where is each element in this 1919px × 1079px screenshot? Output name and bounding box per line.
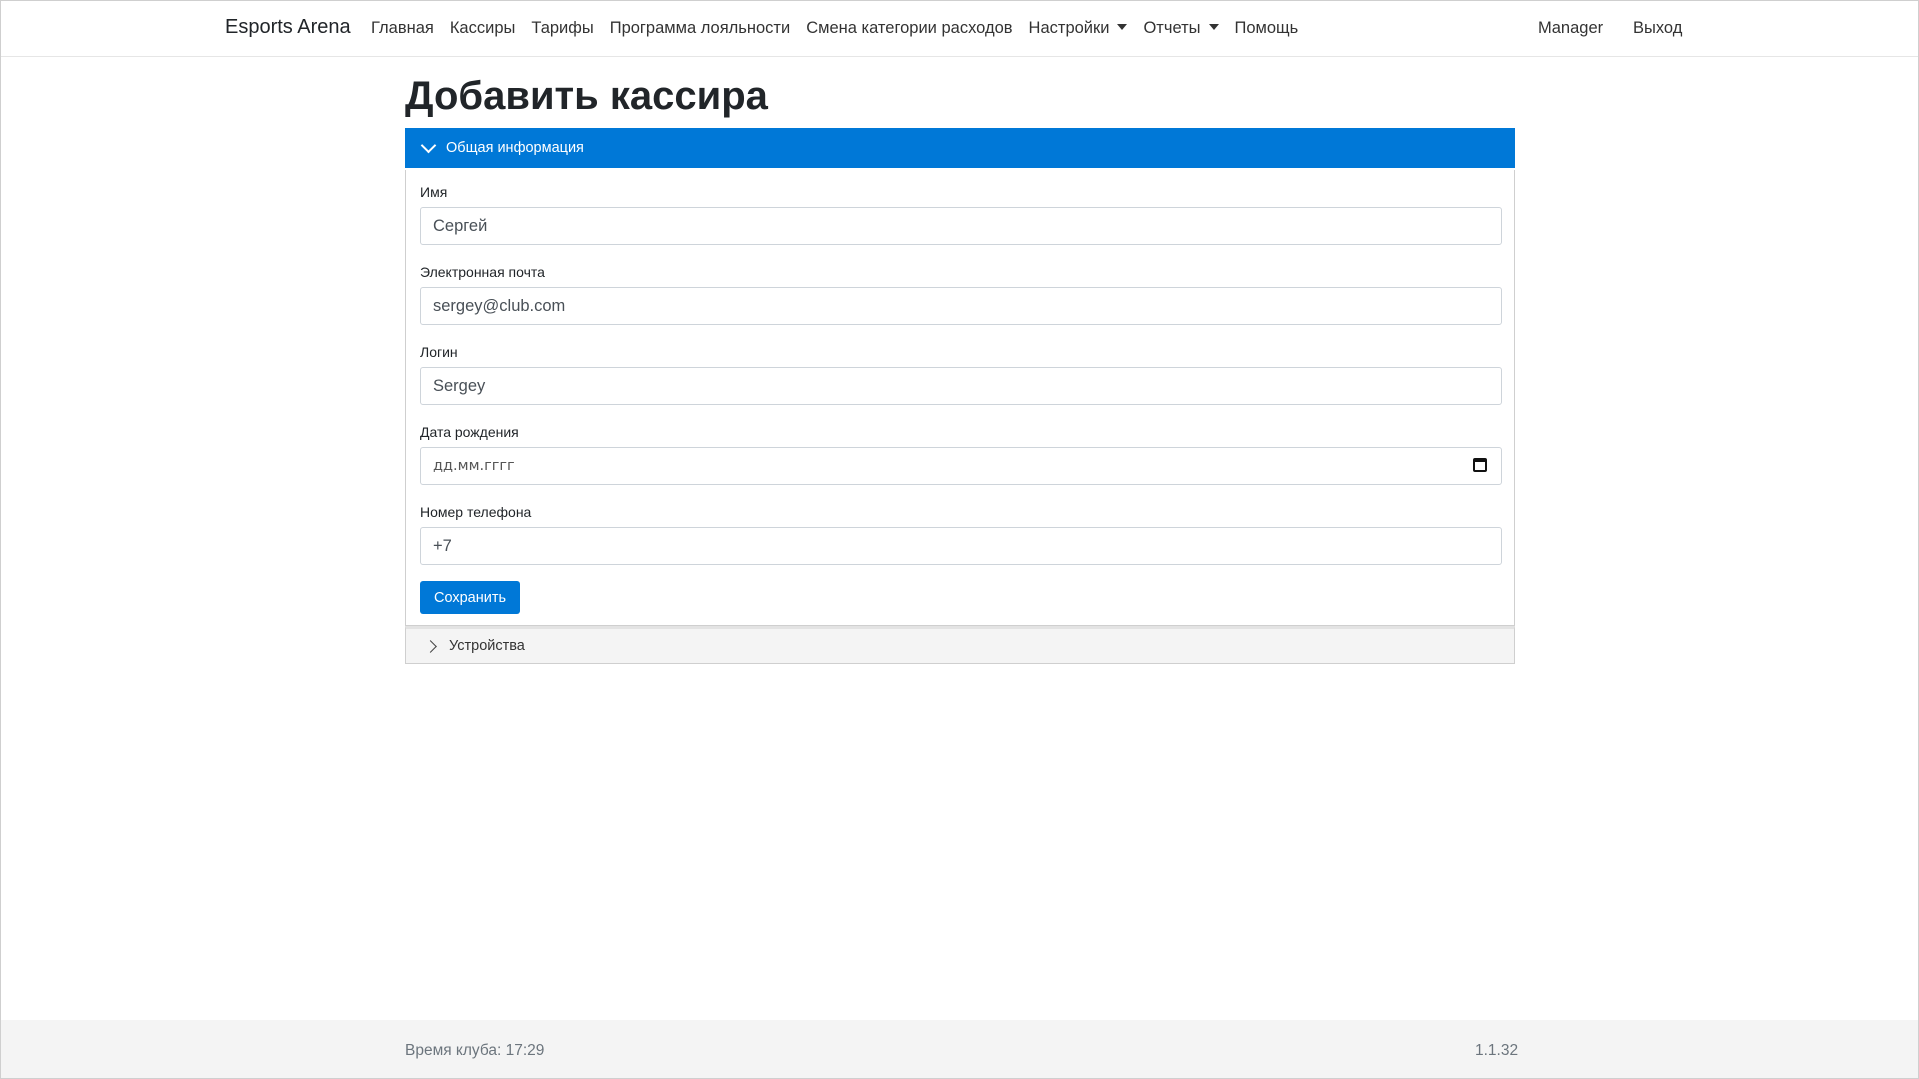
devices-section-header[interactable]: Устройства xyxy=(405,626,1515,664)
name-input-value: Сергей xyxy=(433,216,488,235)
name-input[interactable]: Сергей xyxy=(420,207,1502,245)
nav-expense-categories[interactable]: Смена категории расходов xyxy=(806,19,1012,38)
page-footer: Время клуба: 17:29 1.1.32 xyxy=(1,1020,1918,1078)
caret-down-icon xyxy=(1117,24,1128,30)
email-input[interactable]: sergey@club.com xyxy=(420,287,1502,325)
devices-section-title: Устройства xyxy=(449,638,525,654)
nav-settings-dropdown[interactable]: Настройки xyxy=(1029,19,1128,38)
calendar-icon[interactable] xyxy=(1473,458,1487,472)
logout-link[interactable]: Выход xyxy=(1633,19,1682,38)
email-input-value: sergey@club.com xyxy=(433,296,566,315)
general-info-section-body: Имя Сергей Электронная почта sergey@club… xyxy=(405,170,1515,626)
nav-cashiers[interactable]: Кассиры xyxy=(450,19,516,38)
email-label: Электронная почта xyxy=(420,264,545,280)
birthdate-input[interactable]: дд.мм.гггг xyxy=(420,447,1502,485)
general-info-section-header[interactable]: Общая информация xyxy=(405,128,1515,168)
club-time: Время клуба: 17:29 xyxy=(405,1042,545,1059)
caret-down-icon xyxy=(1208,24,1219,30)
phone-input-value: +7 xyxy=(433,536,452,555)
save-button[interactable]: Сохранить xyxy=(420,581,520,614)
brand-link[interactable]: Esports Arena xyxy=(225,16,351,39)
login-label: Логин xyxy=(420,344,458,360)
nav-reports-dropdown[interactable]: Отчеты xyxy=(1143,19,1219,38)
top-navbar: Esports Arena Главная Кассиры Тарифы Про… xyxy=(1,1,1918,57)
nav-tariffs[interactable]: Тарифы xyxy=(531,19,593,38)
birthdate-placeholder: дд.мм.гггг xyxy=(433,458,515,474)
current-user-name[interactable]: Manager xyxy=(1538,19,1603,38)
nav-home[interactable]: Главная xyxy=(371,19,434,38)
phone-input[interactable]: +7 xyxy=(420,527,1502,565)
main-nav: Главная Кассиры Тарифы Программа лояльно… xyxy=(371,19,1314,38)
cashier-form-accordion: Общая информация Имя Сергей Электронная … xyxy=(405,128,1515,664)
name-label: Имя xyxy=(420,184,448,200)
page-title: Добавить кассира xyxy=(405,74,768,118)
login-input-value: Sergey xyxy=(433,376,486,395)
nav-help[interactable]: Помощь xyxy=(1235,19,1299,38)
login-input[interactable]: Sergey xyxy=(420,367,1502,405)
birthdate-label: Дата рождения xyxy=(420,424,519,440)
app-version: 1.1.32 xyxy=(1475,1042,1519,1059)
chevron-down-icon xyxy=(420,137,437,153)
phone-label: Номер телефона xyxy=(420,504,532,520)
chevron-right-icon xyxy=(424,639,437,653)
nav-loyalty[interactable]: Программа лояльности xyxy=(610,19,791,38)
general-info-section-title: Общая информация xyxy=(446,140,584,156)
nav-reports-label: Отчеты xyxy=(1143,19,1201,37)
nav-settings-label: Настройки xyxy=(1028,19,1110,37)
